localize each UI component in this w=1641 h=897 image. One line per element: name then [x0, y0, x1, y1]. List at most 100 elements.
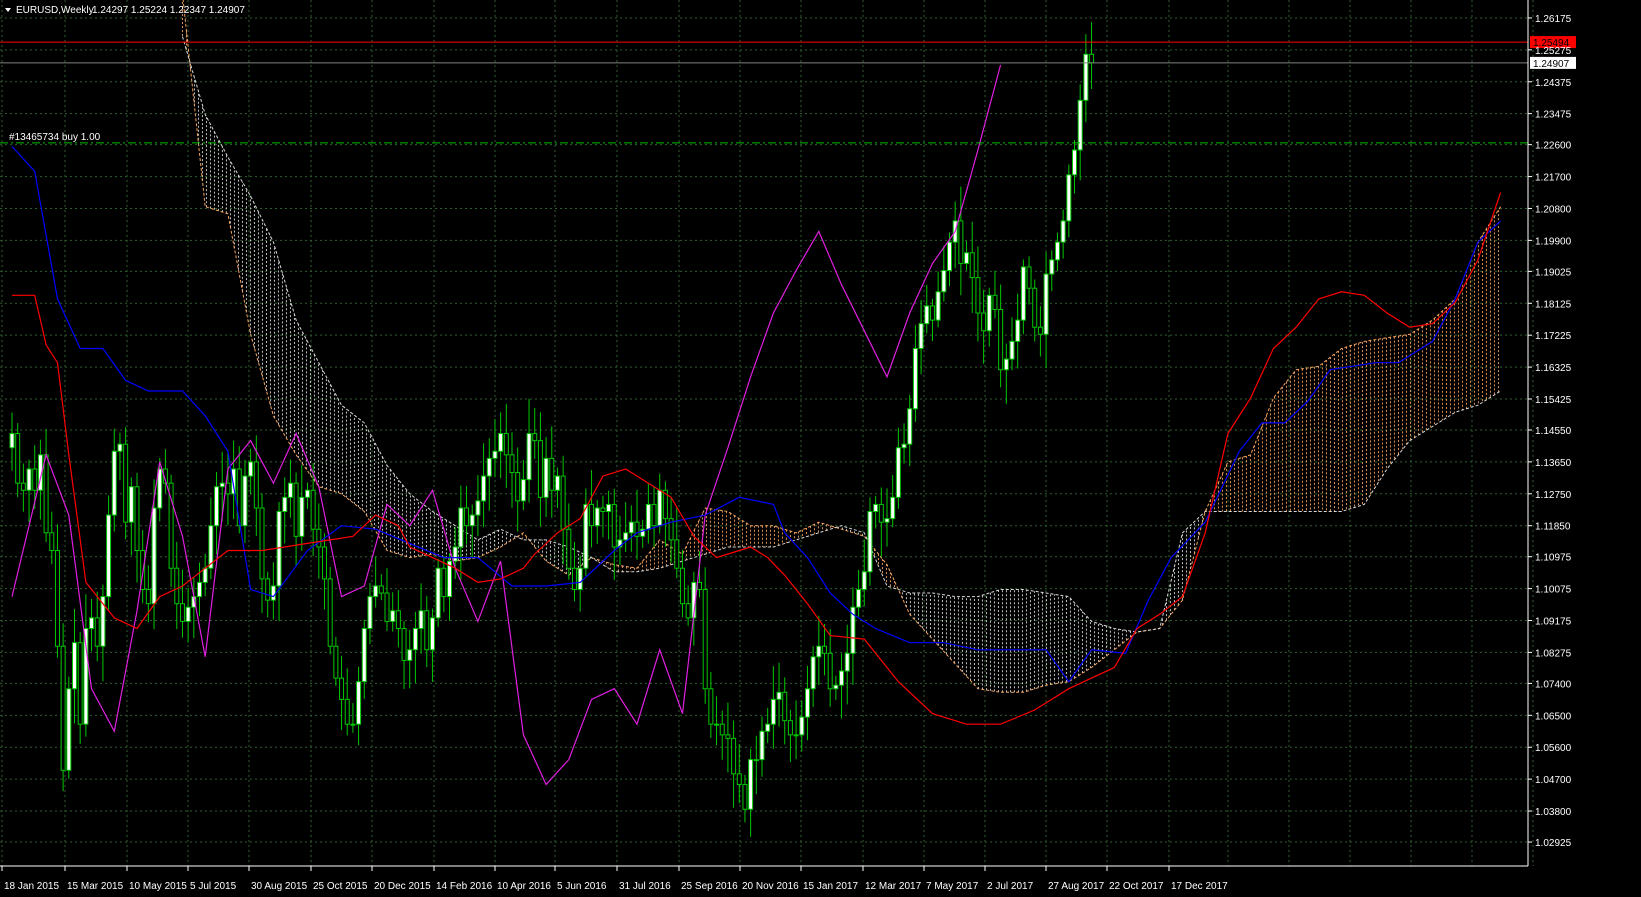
bull-candle-body	[947, 241, 952, 271]
bull-candle-body	[839, 670, 845, 686]
bear-candle-body	[179, 603, 185, 622]
bull-candle-body	[304, 489, 310, 498]
bull-candle-body	[1060, 220, 1066, 243]
x-tick-label: 10 Apr 2016	[497, 881, 551, 892]
bull-candle-body	[793, 734, 799, 737]
x-tick-label: 15 Jan 2017	[803, 881, 858, 892]
bull-candle-body	[435, 567, 441, 619]
bull-candle-body	[418, 610, 424, 629]
bull-candle-body	[214, 486, 220, 527]
y-tick-label: 1.03800	[1535, 807, 1572, 818]
y-tick-label: 1.19900	[1535, 236, 1572, 247]
bear-candle-body	[441, 567, 447, 598]
x-tick-label: 31 Jul 2016	[619, 881, 671, 892]
bear-candle-body	[174, 567, 180, 605]
bull-candle-body	[242, 475, 248, 527]
bull-candle-body	[867, 511, 873, 573]
bear-candle-body	[384, 592, 390, 622]
y-tick-label: 1.06500	[1535, 711, 1572, 722]
bear-candle-body	[651, 503, 657, 527]
x-tick-label: 25 Oct 2015	[313, 881, 368, 892]
bear-candle-body	[378, 585, 384, 594]
candle	[327, 566, 333, 655]
y-tick-label: 1.04700	[1535, 775, 1572, 786]
x-tick-label: 20 Dec 2015	[374, 881, 431, 892]
y-tick-label: 1.14550	[1535, 426, 1572, 437]
bull-candle-body	[248, 461, 254, 477]
bull-candle-body	[1003, 358, 1009, 371]
bear-candle-body	[685, 603, 691, 619]
bear-candle-body	[782, 691, 788, 722]
bull-candle-body	[1015, 319, 1021, 342]
bull-candle-body	[407, 649, 413, 661]
bear-candle-body	[395, 610, 401, 629]
bull-candle-body	[197, 581, 202, 598]
bull-candle-body	[475, 500, 481, 516]
bear-candle-body	[54, 550, 60, 647]
bear-candle-body	[787, 720, 793, 736]
bear-candle-body	[344, 698, 350, 725]
bull-candle-body	[361, 627, 367, 683]
bull-candle-body	[895, 447, 901, 498]
x-tick-label: 7 May 2017	[926, 881, 979, 892]
x-tick-label: 22 Oct 2017	[1109, 881, 1164, 892]
bear-candle-body	[827, 652, 833, 690]
bear-candle-body	[15, 433, 21, 484]
bull-candle-body	[833, 684, 839, 690]
x-tick-label: 5 Jun 2016	[557, 881, 607, 892]
y-tick-label: 1.25275	[1535, 46, 1572, 57]
y-tick-label: 1.19025	[1535, 267, 1572, 278]
bear-candle-body	[742, 783, 748, 810]
bear-candle-body	[43, 454, 49, 534]
bull-candle-body	[1020, 266, 1026, 321]
bull-candle-body	[799, 716, 805, 736]
ichimoku-chart[interactable]: #13465734 buy 1.001.254941.24907 1.26175…	[0, 0, 1641, 897]
y-tick-label: 1.20800	[1535, 204, 1572, 215]
bull-candle-body	[1066, 174, 1072, 222]
bear-candle-body	[265, 578, 271, 601]
bull-candle-body	[804, 688, 810, 718]
chart-background	[0, 0, 1641, 897]
bull-candle-body	[458, 507, 464, 548]
bull-candle-body	[202, 567, 208, 583]
bear-candle-body	[145, 589, 151, 605]
bear-candle-body	[719, 723, 725, 736]
bear-candle-body	[549, 457, 555, 491]
x-tick-label: 12 Mar 2017	[865, 881, 922, 892]
y-tick-label: 1.15425	[1535, 395, 1572, 406]
bear-candle-body	[327, 578, 333, 647]
bull-candle-body	[554, 475, 560, 491]
bear-candle-body	[60, 645, 66, 771]
bull-candle-body	[452, 546, 458, 562]
y-tick-label: 1.24375	[1535, 78, 1572, 89]
bear-candle-body	[1026, 266, 1032, 289]
y-tick-label: 1.22600	[1535, 141, 1572, 152]
bear-candle-body	[316, 528, 322, 548]
bear-candle-body	[509, 454, 515, 474]
bull-candle-body	[986, 294, 992, 332]
bull-candle-body	[299, 496, 305, 537]
y-tick-label: 1.11850	[1535, 522, 1571, 533]
bear-candle-body	[600, 507, 606, 513]
bull-candle-body	[128, 486, 134, 523]
bull-candle-body	[606, 503, 612, 513]
ohlc-values: 1.24297 1.25224 1.22347 1.24907	[92, 5, 245, 16]
bear-candle-body	[736, 773, 742, 785]
bear-candle-body	[20, 482, 26, 491]
x-tick-label: 5 Jul 2015	[190, 881, 237, 892]
bear-candle-body	[123, 443, 129, 523]
bull-candle-body	[526, 433, 532, 481]
bear-candle-body	[1032, 287, 1038, 328]
bull-candle-body	[657, 489, 663, 527]
bull-candle-body	[412, 627, 418, 651]
bear-candle-body	[958, 220, 964, 264]
y-tick-label: 1.26175	[1535, 14, 1572, 25]
bull-candle-body	[1043, 273, 1049, 335]
bull-candle-body	[748, 759, 754, 810]
bull-candle-body	[469, 514, 475, 527]
bear-candle-body	[503, 433, 509, 456]
y-tick-label: 1.05600	[1535, 743, 1572, 754]
bear-candle-body	[259, 507, 265, 580]
bull-candle-body	[1083, 53, 1089, 101]
bear-candle-body	[611, 503, 617, 548]
